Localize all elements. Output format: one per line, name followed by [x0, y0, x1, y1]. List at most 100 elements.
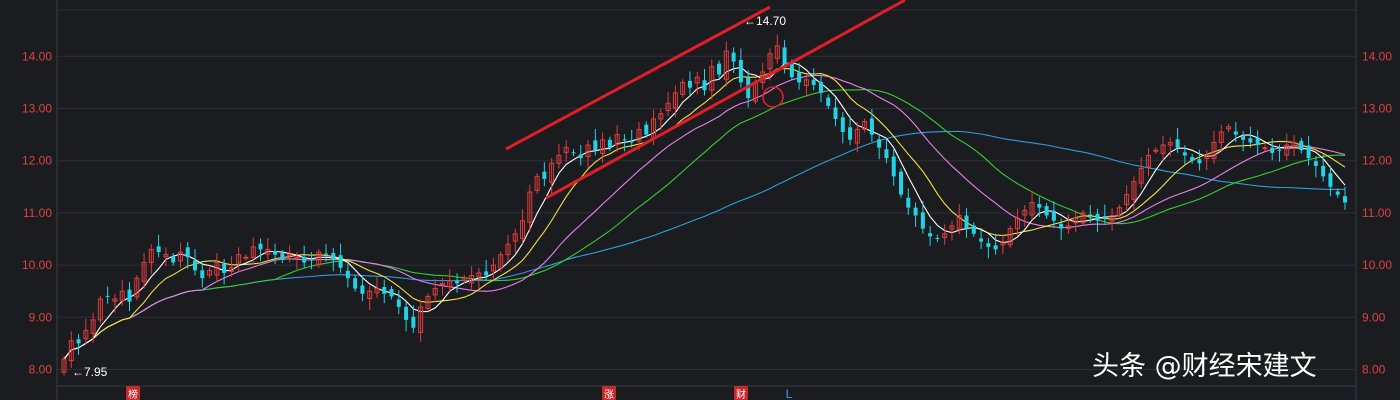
- candle-body-up: [1262, 147, 1268, 150]
- candle-body-down: [811, 79, 816, 86]
- candle-body-up: [294, 256, 300, 259]
- candle-body-down: [1313, 161, 1318, 166]
- candle-body-down: [171, 256, 176, 263]
- y-tick-label: 11.00: [1362, 206, 1391, 220]
- candle-body-down: [629, 141, 634, 143]
- candle-body-down: [389, 289, 394, 297]
- candle-body-down: [877, 139, 882, 148]
- low-price-label: ←7.95: [72, 365, 108, 379]
- y-tick-label: 12.00: [1362, 154, 1392, 168]
- candle-body-down: [833, 107, 838, 119]
- candle-body-down: [273, 251, 278, 255]
- y-tick-label: 14.00: [22, 49, 52, 63]
- event-marker-text: 涨: [604, 389, 614, 400]
- candle-body-down: [979, 238, 984, 242]
- y-tick-label: 12.00: [22, 154, 52, 168]
- candle-body-down: [1342, 196, 1348, 203]
- candle-body-down: [935, 237, 940, 239]
- candle-body-down: [593, 140, 598, 151]
- candle-body-down: [1255, 137, 1260, 146]
- candle-body-down: [571, 152, 576, 154]
- candle-body-down: [1321, 165, 1326, 177]
- event-marker-text: 榜: [128, 388, 138, 400]
- watermark: 头条 @财经宋建文: [1092, 351, 1317, 382]
- candle-body-down: [971, 225, 976, 234]
- y-tick-label: 9.00: [1362, 310, 1386, 324]
- candle-body-down: [738, 59, 743, 83]
- candle-body-down: [302, 257, 307, 263]
- candle-body-down: [607, 139, 612, 148]
- candle-body-down: [1044, 206, 1049, 216]
- candle-body-down: [913, 207, 918, 216]
- candle-body-down: [1233, 131, 1238, 135]
- candle-body-down: [818, 81, 823, 93]
- candle-body-down: [986, 243, 991, 247]
- candle-body-down: [382, 287, 387, 294]
- candle-body-down: [899, 171, 904, 195]
- candle-body-down: [404, 306, 409, 320]
- candle-body-up: [287, 254, 293, 257]
- candle-body-down: [309, 259, 314, 261]
- candle-body-down: [396, 299, 401, 307]
- candle-body-down: [622, 139, 627, 141]
- candle-body-down: [964, 215, 969, 229]
- candle-body-up: [439, 282, 445, 285]
- candle-body-down: [1175, 139, 1180, 148]
- y-tick-label: 11.00: [23, 206, 52, 220]
- candle-body-down: [1306, 145, 1311, 159]
- candle-body-down: [455, 280, 460, 284]
- candle-body-down: [280, 253, 285, 260]
- candle-body-down: [993, 245, 998, 250]
- candle-body-down: [542, 171, 547, 179]
- candle-body-down: [1059, 223, 1064, 229]
- y-tick-label: 10.00: [22, 258, 52, 272]
- y-tick-label: 13.00: [1362, 102, 1392, 116]
- event-marker: 财: [734, 386, 748, 400]
- candle-body-down: [1248, 138, 1253, 143]
- candle-body-down: [1088, 214, 1093, 216]
- event-marker: L: [786, 387, 793, 400]
- candle-body-down: [731, 52, 736, 62]
- candle-body-down: [869, 118, 874, 135]
- candle-body-down: [1037, 204, 1042, 208]
- chart-background: [0, 0, 1400, 400]
- candle-body-down: [200, 270, 205, 279]
- candle-body-down: [1095, 213, 1100, 221]
- candle-body-up: [1153, 149, 1159, 152]
- y-tick-label: 9.00: [29, 310, 53, 324]
- candle-body-down: [578, 154, 583, 159]
- event-marker: 涨: [602, 386, 616, 400]
- candle-body-down: [840, 117, 845, 132]
- candle-body-down: [1182, 152, 1187, 156]
- candle-body-down: [826, 97, 831, 106]
- high-price-label: ←14.70: [744, 14, 786, 28]
- candle-body-down: [331, 253, 336, 260]
- event-marker-text: L: [786, 387, 793, 400]
- candle-body-down: [702, 80, 707, 91]
- candle-body-down: [76, 339, 81, 344]
- event-marker: 榜: [126, 386, 140, 400]
- candle-body-down: [193, 260, 198, 271]
- candle-body-down: [1241, 136, 1246, 140]
- candle-body-down: [717, 63, 722, 75]
- candle-body-down: [338, 255, 343, 268]
- y-tick-label: 8.00: [29, 363, 53, 377]
- candle-body-down: [1299, 140, 1304, 151]
- candle-body-down: [1328, 173, 1333, 187]
- candle-body-down: [324, 253, 329, 255]
- candle-body-down: [884, 149, 889, 159]
- candle-body-down: [360, 285, 365, 294]
- candle-body-down: [1102, 216, 1107, 219]
- candle-body-down: [258, 243, 263, 250]
- candlestick-chart: 8.00 9.00 10.00 11.00 12.00 13.00 14.00 8.00 9.…: [0, 0, 1400, 400]
- candle-body-down: [411, 316, 416, 328]
- candle-body-down: [687, 80, 692, 88]
- candle-body-down: [1277, 149, 1282, 151]
- candle-body-down: [848, 127, 853, 140]
- y-tick-label: 14.00: [1362, 49, 1392, 63]
- candle-body-down: [891, 156, 896, 177]
- y-tick-label: 10.00: [1362, 258, 1392, 272]
- candle-body-down: [1051, 210, 1056, 221]
- y-tick-label: 8.00: [1362, 363, 1386, 377]
- candle-body-down: [1190, 157, 1195, 161]
